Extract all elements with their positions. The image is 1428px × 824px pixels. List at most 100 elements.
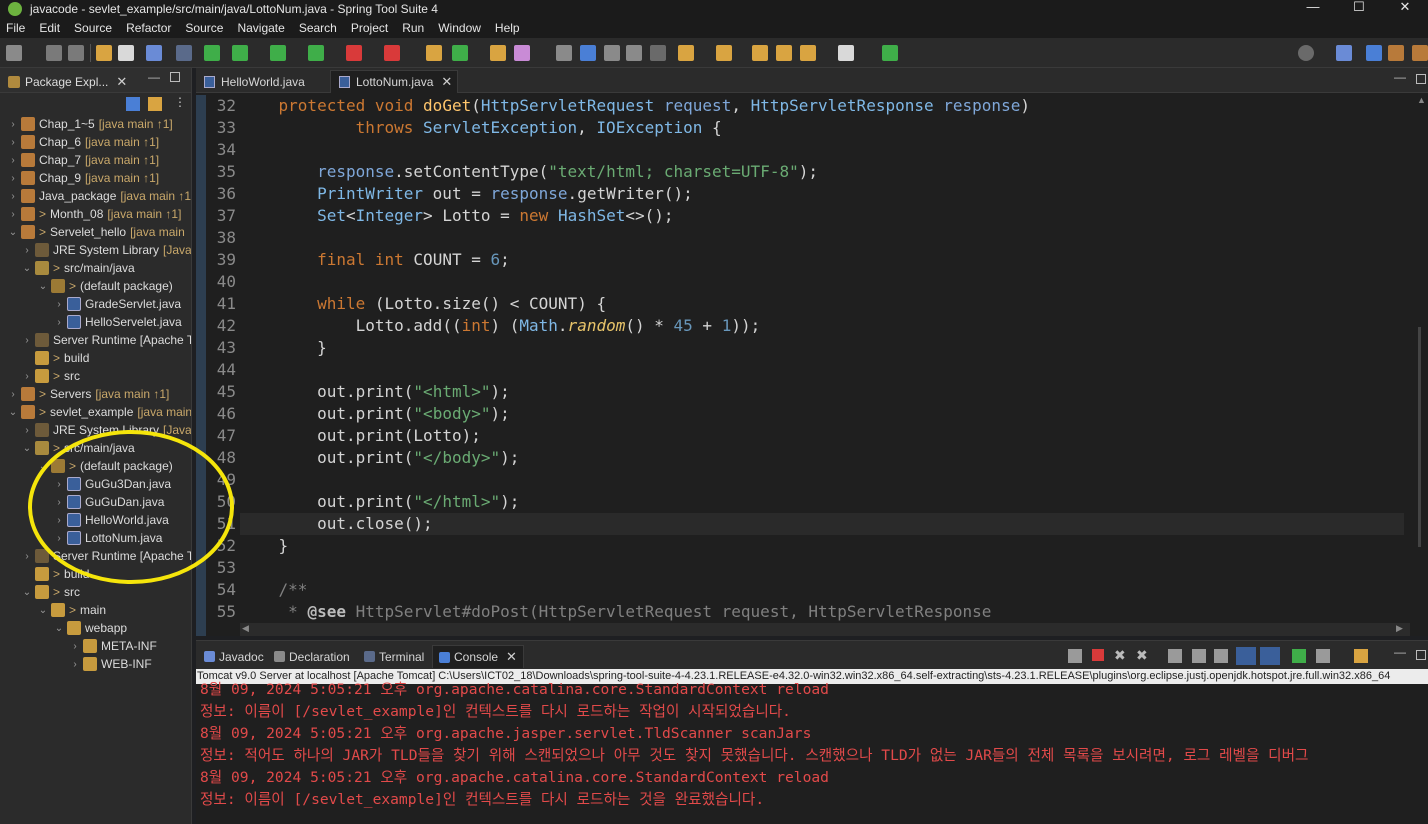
tab-javadoc[interactable]: Javadoc: [198, 645, 268, 668]
run-icon[interactable]: [270, 45, 286, 61]
menu-file[interactable]: File: [4, 21, 33, 35]
chevron-down-icon[interactable]: ⌄: [22, 587, 32, 598]
reconnect-icon[interactable]: [1068, 649, 1082, 663]
chevron-right-icon[interactable]: ›: [22, 425, 32, 436]
run-server-icon[interactable]: [308, 45, 324, 61]
close-icon[interactable]: ✕: [441, 74, 452, 90]
tree-item[interactable]: › GradeServlet.java: [54, 295, 181, 313]
vertical-scrollbar[interactable]: ▲: [1410, 95, 1428, 636]
chevron-right-icon[interactable]: ›: [8, 119, 18, 130]
tab-package-explorer[interactable]: Package Expl... ✕: [4, 71, 132, 93]
menu-run[interactable]: Run: [400, 21, 432, 35]
chevron-right-icon[interactable]: ›: [22, 335, 32, 346]
spring-boot-icon[interactable]: [204, 45, 220, 61]
chevron-right-icon[interactable]: ›: [8, 389, 18, 400]
chevron-right-icon[interactable]: ›: [8, 191, 18, 202]
tree-item[interactable]: › > Month_08 [java main ↑1]: [8, 205, 181, 223]
horizontal-scrollbar[interactable]: ◀ ▶: [240, 623, 1410, 636]
search-icon[interactable]: [1298, 45, 1314, 61]
close-icon[interactable]: ✕: [116, 74, 127, 90]
minimize-icon[interactable]: —: [1394, 70, 1406, 84]
maximize-button[interactable]: ☐: [1336, 0, 1382, 17]
chevron-right-icon[interactable]: ›: [8, 209, 18, 220]
terminate-icon[interactable]: [1092, 649, 1104, 661]
tree-item[interactable]: › JRE System Library[JavaS: [22, 241, 191, 259]
chevron-right-icon[interactable]: ›: [8, 173, 18, 184]
menu-refactor[interactable]: Refactor: [124, 21, 179, 35]
tab-declaration[interactable]: Declaration: [268, 645, 358, 668]
chevron-right-icon[interactable]: ›: [54, 299, 64, 310]
tab-console[interactable]: Console ✕: [432, 645, 524, 668]
block-selection-icon[interactable]: [626, 45, 642, 61]
link-with-editor-icon[interactable]: [148, 97, 162, 111]
chevron-down-icon[interactable]: ⌄: [8, 407, 18, 418]
collapse-all-icon[interactable]: [126, 97, 140, 111]
new-project-icon[interactable]: [426, 45, 442, 61]
open-console-icon[interactable]: [1354, 649, 1368, 663]
chevron-down-icon[interactable]: ⌄: [38, 605, 48, 616]
tree-item[interactable]: › META-INF: [70, 637, 157, 655]
save-all-icon[interactable]: [68, 45, 84, 61]
open-perspective-icon[interactable]: [882, 45, 898, 61]
search-file-icon[interactable]: [556, 45, 572, 61]
menu-edit[interactable]: Edit: [37, 21, 68, 35]
menu-window[interactable]: Window: [436, 21, 489, 35]
redo-icon[interactable]: [118, 45, 134, 61]
chevron-right-icon[interactable]: ›: [70, 659, 80, 670]
clear-console-icon[interactable]: [1168, 649, 1182, 663]
close-button[interactable]: ✕: [1382, 0, 1428, 17]
tree-item[interactable]: ⌄ > sevlet_example [java main: [8, 403, 191, 421]
tree-item[interactable]: › Java_package [java main ↑1]: [8, 187, 191, 205]
menu-navigate[interactable]: Navigate: [235, 21, 292, 35]
debug-perspective-icon[interactable]: [1412, 45, 1428, 61]
chevron-right-icon[interactable]: ›: [54, 317, 64, 328]
tree-item[interactable]: ⌄ > Servelet_hello [java main: [8, 223, 185, 241]
toggle-word-wrap-icon[interactable]: [604, 45, 620, 61]
maximize-icon[interactable]: [170, 72, 180, 82]
tab-lottonum[interactable]: LottoNum.java ✕: [330, 70, 458, 93]
tree-item[interactable]: ⌄ > (default package): [38, 277, 173, 295]
external-tools-icon[interactable]: [384, 45, 400, 61]
remove-launch-icon[interactable]: ✖: [1114, 647, 1126, 664]
maximize-icon[interactable]: [1416, 650, 1426, 660]
chevron-right-icon[interactable]: ›: [22, 245, 32, 256]
spring-perspective-icon[interactable]: [1388, 45, 1404, 61]
tree-item[interactable]: › Chap_7 [java main ↑1]: [8, 151, 159, 169]
java-perspective-icon[interactable]: [1366, 45, 1382, 61]
tree-item[interactable]: › > src: [22, 367, 80, 385]
back-history-icon[interactable]: [800, 45, 816, 61]
view-menu-icon[interactable]: ⋮: [174, 95, 186, 109]
chevron-right-icon[interactable]: ›: [22, 371, 32, 382]
menu-source[interactable]: Source: [72, 21, 120, 35]
tree-item[interactable]: › Chap_6 [java main ↑1]: [8, 133, 159, 151]
back-icon[interactable]: [776, 45, 792, 61]
scroll-lock-icon[interactable]: [1192, 649, 1206, 663]
chevron-down-icon[interactable]: ⌄: [38, 281, 48, 292]
maximize-icon[interactable]: [1416, 74, 1426, 84]
debug-icon[interactable]: [232, 45, 248, 61]
tree-item[interactable]: › > Servers [java main ↑1]: [8, 385, 169, 403]
code-area[interactable]: protected void doGet(HttpServletRequest …: [240, 95, 1410, 625]
forward-icon[interactable]: [838, 45, 854, 61]
tab-helloworld[interactable]: HelloWorld.java: [196, 70, 330, 93]
chevron-down-icon[interactable]: ⌄: [8, 227, 18, 238]
word-wrap-icon[interactable]: [1214, 649, 1228, 663]
console-view-icon[interactable]: [146, 45, 162, 61]
remove-all-icon[interactable]: ✖: [1136, 647, 1148, 664]
tree-item[interactable]: ⌄ > src: [22, 583, 80, 601]
last-edit-location-icon[interactable]: [752, 45, 768, 61]
minimize-icon[interactable]: —: [1394, 645, 1406, 659]
minimize-icon[interactable]: —: [148, 70, 160, 84]
show-stdout-icon[interactable]: [1236, 647, 1256, 665]
show-whitespace-icon[interactable]: [650, 45, 666, 61]
show-stderr-icon[interactable]: [1260, 647, 1280, 665]
undo-icon[interactable]: [96, 45, 112, 61]
skip-breakpoints-icon[interactable]: [176, 45, 192, 61]
tab-terminal[interactable]: Terminal: [358, 645, 430, 668]
new-icon[interactable]: [6, 45, 22, 61]
display-console-icon[interactable]: [1316, 649, 1330, 663]
open-type-icon[interactable]: [490, 45, 506, 61]
tree-item[interactable]: > build: [22, 349, 89, 367]
toggle-mark-occurrences-icon[interactable]: [580, 45, 596, 61]
open-task-icon[interactable]: [514, 45, 530, 61]
